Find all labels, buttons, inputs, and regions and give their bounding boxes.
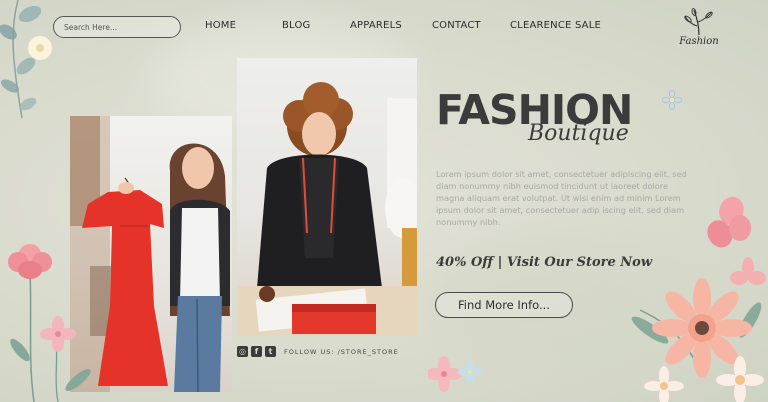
search-input[interactable] bbox=[64, 22, 174, 32]
flowers-center-decoration bbox=[428, 356, 482, 392]
twitter-icon[interactable]: t bbox=[265, 346, 276, 357]
star-flower-icon bbox=[662, 90, 682, 110]
nav-home[interactable]: HOME bbox=[205, 20, 236, 31]
leaves-decoration bbox=[0, 0, 52, 119]
photo-woman-at-table bbox=[237, 58, 417, 336]
social-bar: ◎ f t FOLLOW US: /STORE_STORE bbox=[237, 346, 399, 357]
photo-woman-at-table-illustration bbox=[237, 82, 417, 336]
find-more-info-button[interactable]: Find More Info... bbox=[435, 292, 573, 318]
logo-text: Fashion bbox=[679, 36, 719, 47]
flowers-right-decoration bbox=[631, 196, 766, 402]
flowers-left-decoration bbox=[8, 244, 91, 402]
hero-subtitle: Boutique bbox=[528, 121, 629, 146]
follow-us-text: FOLLOW US: /STORE_STORE bbox=[284, 347, 399, 356]
facebook-icon[interactable]: f bbox=[251, 346, 262, 357]
nav-contact[interactable]: CONTACT bbox=[432, 20, 481, 31]
nav-blog[interactable]: BLOG bbox=[282, 20, 311, 31]
nav-apparels[interactable]: APPARELS bbox=[350, 20, 402, 31]
logo-leaf-icon bbox=[684, 8, 713, 36]
nav-clearence-sale[interactable]: CLEARENCE SALE bbox=[510, 20, 601, 31]
search-box[interactable] bbox=[53, 16, 181, 38]
instagram-icon[interactable]: ◎ bbox=[237, 346, 248, 357]
logo[interactable]: Fashion bbox=[672, 6, 726, 50]
